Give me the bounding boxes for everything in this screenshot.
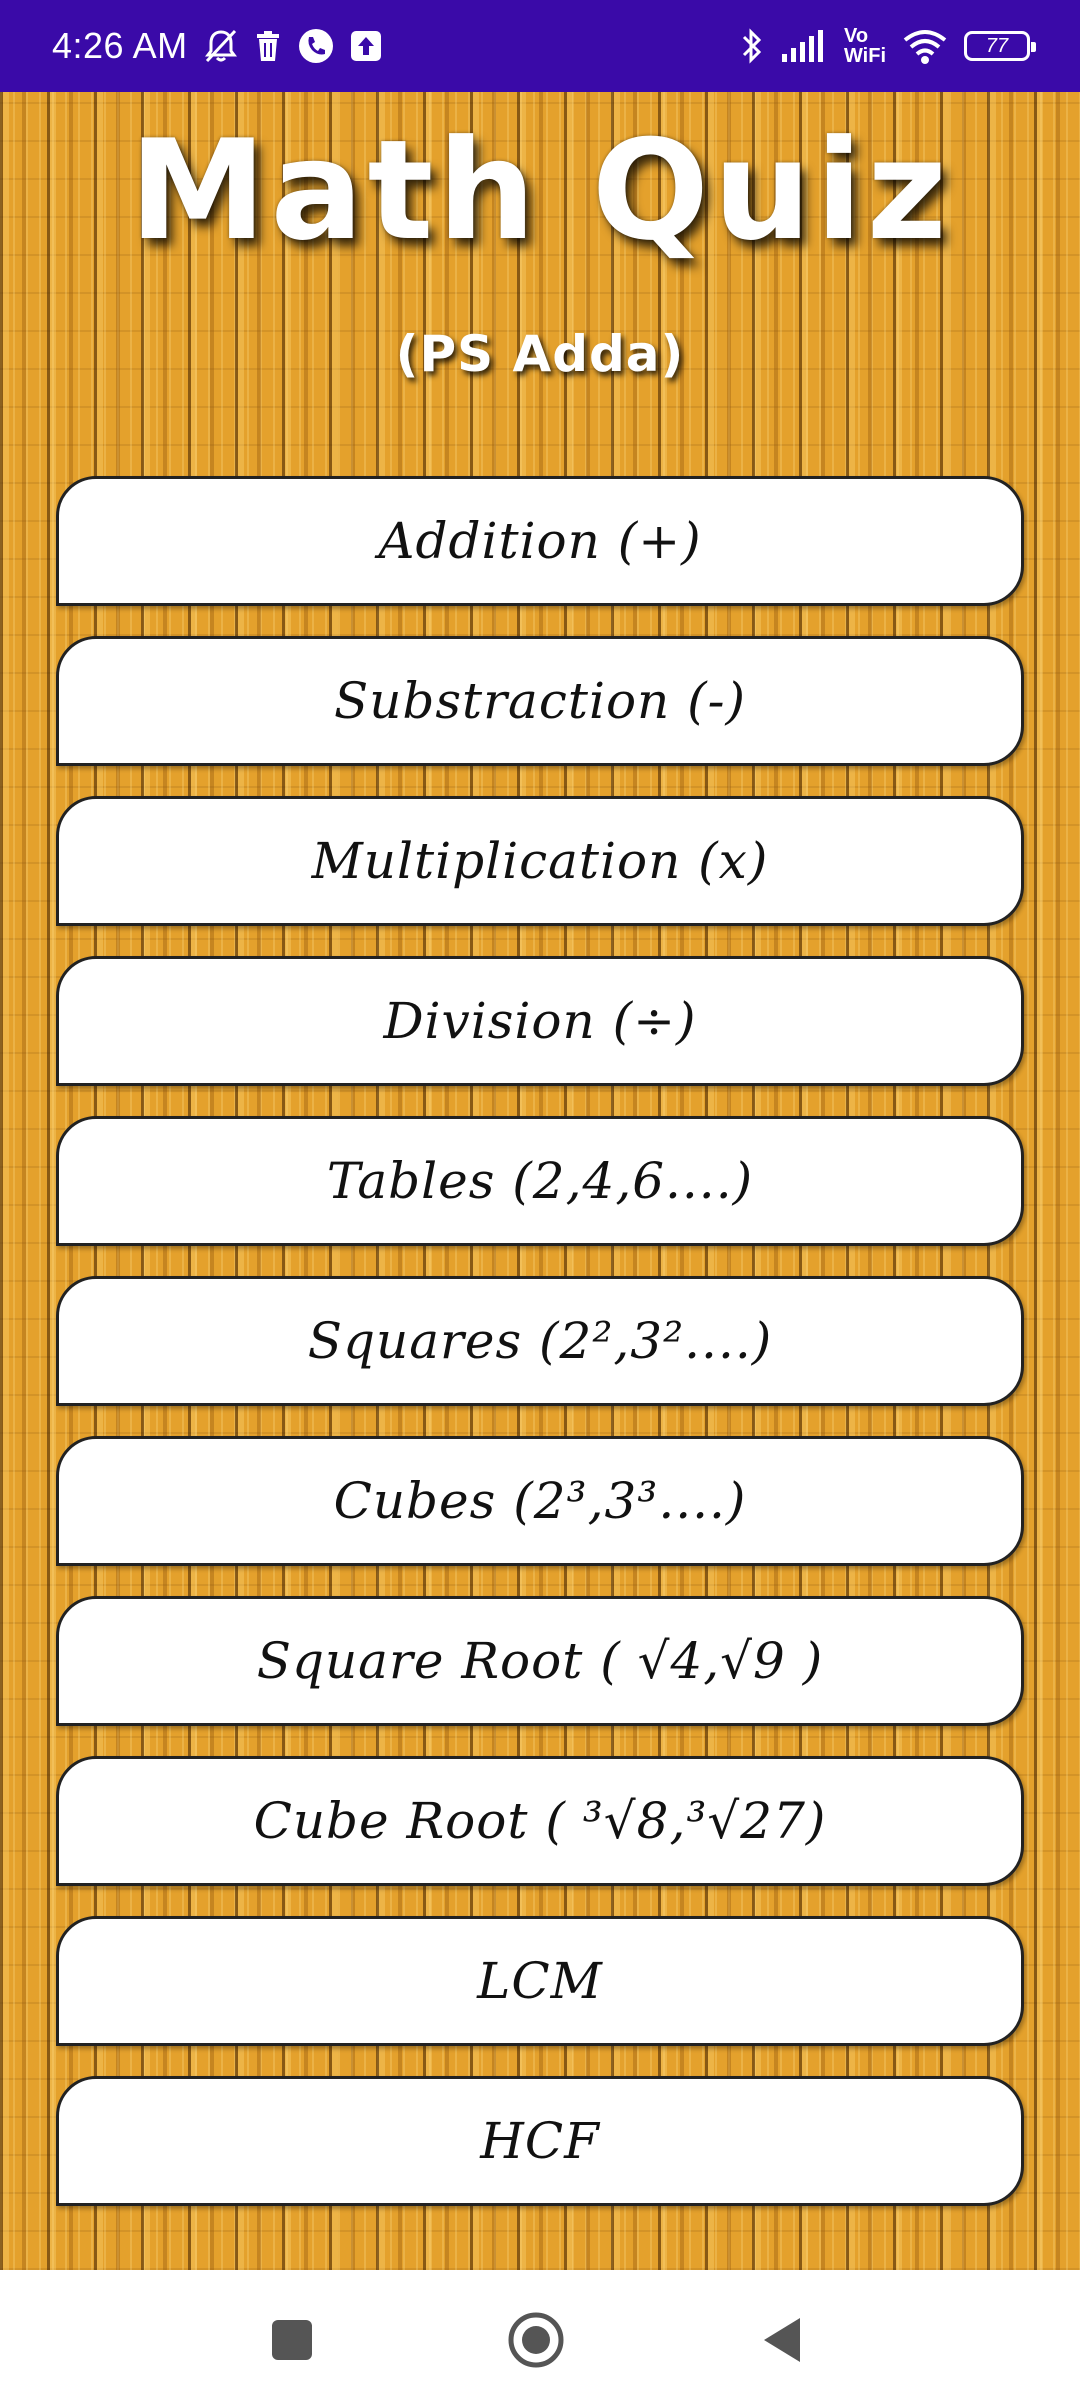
status-left: 4:26 AM	[52, 25, 382, 67]
vowifi-icon: Vo WiFi	[844, 26, 886, 66]
phone-icon	[298, 28, 334, 64]
signal-icon	[780, 30, 828, 62]
vowifi-top: Vo	[843, 25, 869, 47]
home-icon[interactable]	[506, 2310, 566, 2370]
lcm-button[interactable]: LCM	[56, 1916, 1024, 2046]
quiz-menu: Addition (+) Substraction (-) Multiplica…	[56, 476, 1024, 2206]
square-root-button[interactable]: Square Root ( √4,√9 )	[56, 1596, 1024, 1726]
cubes-button[interactable]: Cubes (2³,3³....)	[56, 1436, 1024, 1566]
navigation-bar	[0, 2270, 1080, 2400]
hcf-button[interactable]: HCF	[56, 2076, 1024, 2206]
multiplication-button[interactable]: Multiplication (x)	[56, 796, 1024, 926]
app-title: Math Quiz	[129, 110, 951, 271]
battery-level: 77	[985, 34, 1009, 57]
status-right: Vo WiFi 77	[740, 26, 1036, 66]
mute-bell-icon	[204, 28, 238, 64]
upload-icon	[350, 30, 382, 62]
vowifi-bottom: WiFi	[843, 45, 886, 67]
wifi-icon	[902, 28, 948, 64]
recent-apps-icon[interactable]	[262, 2310, 322, 2370]
app-subtitle: (PS Adda)	[395, 325, 685, 383]
battery-icon: 77	[964, 31, 1036, 61]
trash-icon	[254, 30, 282, 62]
subtraction-button[interactable]: Substraction (-)	[56, 636, 1024, 766]
division-button[interactable]: Division (÷)	[56, 956, 1024, 1086]
cube-root-button[interactable]: Cube Root ( ³√8,³√27)	[56, 1756, 1024, 1886]
bluetooth-icon	[740, 27, 764, 65]
status-bar: 4:26 AM Vo WiFi 77	[0, 0, 1080, 92]
back-icon[interactable]	[752, 2310, 812, 2370]
addition-button[interactable]: Addition (+)	[56, 476, 1024, 606]
status-time: 4:26 AM	[52, 25, 188, 66]
tables-button[interactable]: Tables (2,4,6....)	[56, 1116, 1024, 1246]
squares-button[interactable]: Squares (2²,3²....)	[56, 1276, 1024, 1406]
